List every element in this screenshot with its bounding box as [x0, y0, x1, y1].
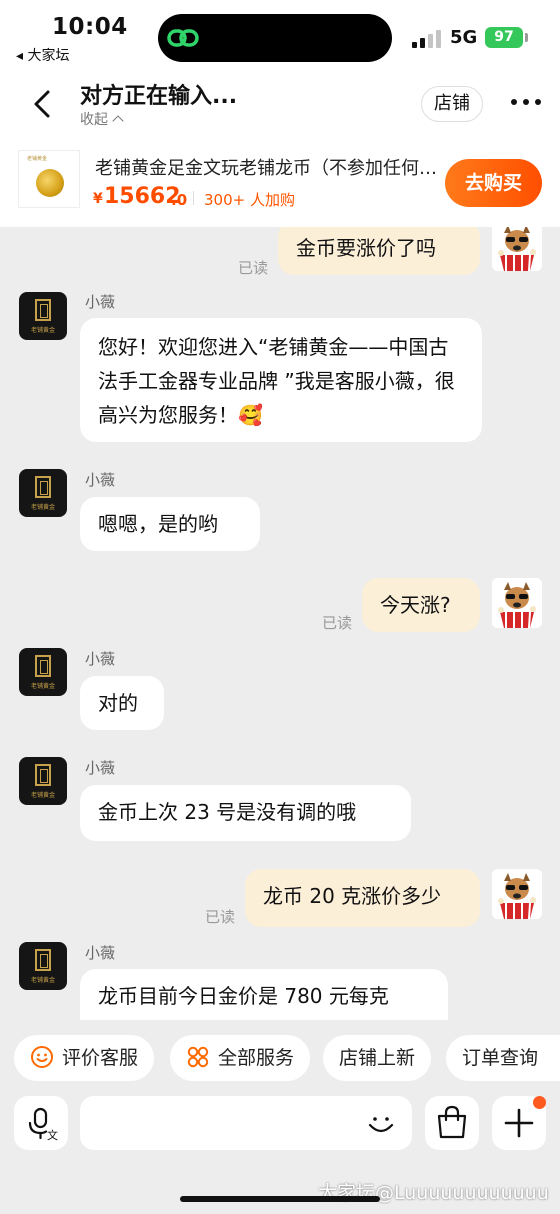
- sender-name: 小薇: [85, 471, 116, 489]
- shop-avatar[interactable]: 老铺黄金: [19, 292, 67, 340]
- sender-name: 小薇: [85, 293, 116, 311]
- collapse-label: 收起: [80, 112, 108, 128]
- shop-button[interactable]: 店铺: [421, 86, 483, 122]
- emoji-icon[interactable]: [364, 1106, 398, 1140]
- product-image-tag: 老铺黄金: [27, 156, 48, 162]
- quick-action-label: 订单查询: [462, 1047, 539, 1069]
- product-image[interactable]: 老铺黄金: [18, 150, 80, 208]
- network-label: 5G: [450, 27, 478, 48]
- message-bubble-self[interactable]: 今天涨?: [362, 578, 480, 632]
- sender-name: 小薇: [85, 759, 116, 777]
- message-bubble-shop[interactable]: 金币上次 23 号是没有调的哦: [80, 785, 411, 841]
- link-icon: [167, 29, 199, 47]
- product-title[interactable]: 老铺黄金足金文玩老铺龙币（不参加任何活动）: [95, 154, 440, 180]
- home-indicator[interactable]: [180, 1196, 380, 1202]
- shop-avatar[interactable]: 老铺黄金: [19, 942, 67, 990]
- user-avatar[interactable]: [492, 869, 542, 919]
- quick-action-label: 全部服务: [218, 1047, 295, 1069]
- sender-name: 小薇: [85, 650, 116, 668]
- sender-name: 小薇: [85, 944, 116, 962]
- message-bubble-shop[interactable]: 龙币目前今日金价是 780 元每克: [80, 969, 448, 1020]
- cart-count: 300+ 人加购: [204, 191, 295, 209]
- signal-icon: [412, 30, 442, 48]
- message-bubble-shop[interactable]: 您好！欢迎您进入“老铺黄金——中国古法手工金器专业品牌 ”我是客服小薇，很高兴为…: [80, 318, 482, 442]
- message-bubble-shop[interactable]: 嗯嗯，是的哟: [80, 497, 260, 551]
- microphone-icon: 文: [28, 1107, 58, 1142]
- quick-action-rate-service[interactable]: 评价客服: [14, 1035, 155, 1081]
- collapse-toggle[interactable]: 收起: [80, 109, 124, 129]
- battery-icon: 97: [485, 27, 523, 48]
- svg-text:文: 文: [47, 1128, 58, 1142]
- read-receipt: 已读: [205, 908, 236, 926]
- message-bubble-shop[interactable]: 对的: [80, 676, 164, 730]
- shop-avatar[interactable]: 老铺黄金: [19, 757, 67, 805]
- back-button[interactable]: [24, 84, 64, 124]
- read-receipt: 已读: [322, 614, 353, 632]
- user-avatar[interactable]: [492, 227, 542, 271]
- gold-coin-image: [36, 169, 64, 197]
- quick-action-label: 店铺上新: [339, 1047, 416, 1069]
- more-icon[interactable]: [509, 96, 543, 110]
- shopping-bag-button[interactable]: [425, 1096, 479, 1150]
- read-receipt: 已读: [238, 259, 269, 277]
- message-bubble-self[interactable]: 金币要涨价了吗: [278, 227, 480, 275]
- quick-action-all-services[interactable]: 全部服务: [170, 1035, 311, 1081]
- message-bubble-self[interactable]: 龙币 20 克涨价多少: [245, 869, 480, 927]
- divider: [193, 191, 194, 205]
- notification-dot: [533, 1096, 546, 1109]
- battery-tip: [525, 33, 528, 42]
- chat-list[interactable]: 已读 金币要涨价了吗 老铺黄金 小薇 您好！欢迎您进入“老铺黄金——中国古法手工…: [0, 227, 560, 1020]
- quick-action-order-query[interactable]: 订单查询: [446, 1035, 560, 1081]
- product-price-decimal: .0: [171, 191, 188, 209]
- quick-action-label: 评价客服: [62, 1047, 139, 1069]
- price-symbol: ¥: [93, 191, 103, 207]
- back-to-app-link[interactable]: ◂ 大家坛: [16, 45, 69, 65]
- shopping-bag-icon: [437, 1105, 467, 1139]
- shop-avatar[interactable]: 老铺黄金: [19, 648, 67, 696]
- smile-icon: [31, 1045, 53, 1068]
- user-avatar[interactable]: [492, 578, 542, 628]
- quick-action-new-arrivals[interactable]: 店铺上新: [323, 1035, 432, 1081]
- chevron-up-icon: [112, 115, 124, 127]
- buy-button[interactable]: 去购买: [445, 159, 542, 207]
- shop-avatar[interactable]: 老铺黄金: [19, 469, 67, 517]
- page-title: 对方正在输入...: [80, 84, 238, 109]
- product-price: 15662: [104, 184, 181, 209]
- voice-input-button[interactable]: 文: [14, 1096, 68, 1150]
- grid-icon: [187, 1046, 209, 1067]
- status-time: 10:04: [52, 14, 128, 40]
- message-input[interactable]: [80, 1096, 412, 1150]
